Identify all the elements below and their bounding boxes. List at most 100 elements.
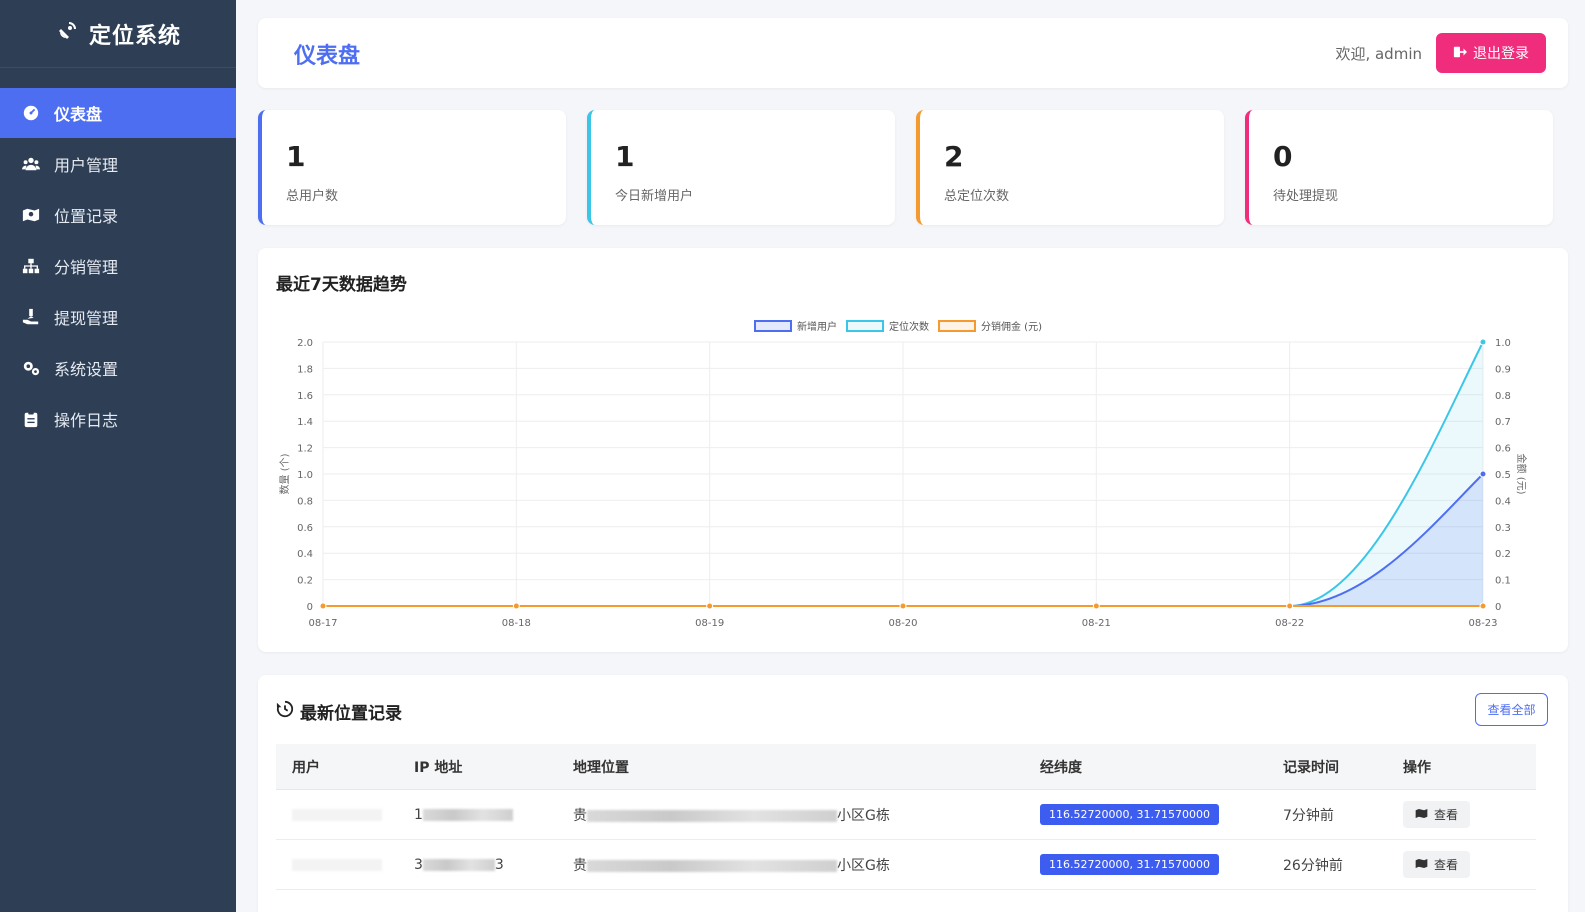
records-title-text: 最新位置记录	[300, 704, 402, 724]
records-table: 用户 IP 地址 地理位置 经纬度 记录时间 操作 1 贵小区G栋 116.52…	[276, 744, 1536, 890]
x-tick-label: 08-17	[308, 618, 337, 629]
sidebar-nav: 仪表盘 用户管理 位置记录 分销管理 提现管理 系统设置 操作日志	[0, 88, 236, 444]
stat-card-total-users: 1 总用户数	[258, 110, 566, 225]
sitemap-icon	[22, 257, 40, 275]
col-user[interactable]: 用户	[276, 757, 414, 777]
sidebar-item-logs[interactable]: 操作日志	[0, 394, 236, 444]
location-prefix: 贵	[573, 807, 587, 824]
sidebar-item-label: 用户管理	[54, 156, 119, 175]
sidebar-item-label: 仪表盘	[54, 105, 103, 124]
stat-label: 今日新增用户	[615, 189, 694, 204]
sidebar-item-label: 分销管理	[54, 258, 119, 277]
sidebar-item-settings[interactable]: 系统设置	[0, 343, 236, 393]
data-point	[1479, 602, 1487, 610]
coords-cell: 116.52720000, 31.71570000	[1040, 804, 1283, 825]
data-point	[319, 602, 327, 610]
welcome-text: 欢迎, admin	[1335, 45, 1422, 63]
stat-label: 待处理提现	[1273, 189, 1339, 204]
stat-label: 总用户数	[286, 189, 339, 204]
y2-tick-label: 0.8	[1495, 391, 1511, 402]
y-tick-label: 0.2	[297, 576, 313, 587]
data-point	[512, 602, 520, 610]
sidebar-item-label: 位置记录	[54, 207, 119, 226]
view-all-button[interactable]: 查看全部	[1475, 693, 1548, 726]
satellite-icon	[55, 19, 79, 49]
sign-out-icon	[1453, 45, 1467, 62]
x-tick-label: 08-18	[502, 618, 531, 629]
y2-tick-label: 0.9	[1495, 364, 1511, 375]
y2-tick-label: 0.5	[1495, 470, 1511, 481]
sidebar-item-users[interactable]: 用户管理	[0, 139, 236, 189]
view-location-button[interactable]: 查看	[1403, 851, 1471, 878]
data-point	[1479, 470, 1487, 478]
redacted-location	[587, 809, 837, 822]
y-tick-label: 1.4	[297, 417, 313, 428]
y2-tick-label: 1.0	[1495, 338, 1511, 349]
records-title: 最新位置记录	[276, 699, 402, 724]
ip-prefix: 3	[414, 856, 423, 873]
legend-label: 分销佣金 (元)	[981, 320, 1042, 333]
user-cell	[276, 857, 414, 873]
col-action[interactable]: 操作	[1403, 757, 1536, 777]
sidebar-item-withdraw[interactable]: 提现管理	[0, 292, 236, 342]
redacted-ip	[422, 858, 495, 871]
sidebar-item-label: 提现管理	[54, 309, 119, 328]
time-cell: 26分钟前	[1283, 857, 1343, 874]
x-tick-label: 08-19	[695, 618, 724, 629]
dashboard-icon	[22, 104, 40, 122]
coords-badge: 116.52720000, 31.71570000	[1040, 804, 1219, 825]
data-point	[1092, 602, 1100, 610]
sidebar-item-locations[interactable]: 位置记录	[0, 190, 236, 240]
y2-axis-label: 金额 (元)	[1515, 454, 1528, 495]
col-ip[interactable]: IP 地址	[414, 757, 573, 777]
user-cell	[276, 807, 414, 823]
action-cell: 查看	[1403, 851, 1536, 878]
trend-chart: 0 0.2 0.4 0.6 0.8 1.0 1.2 1.4 1.6 1.8 2.0 0 0.1 0.2 0.…	[278, 320, 1528, 629]
view-label: 查看	[1434, 858, 1459, 872]
brand-name: 定位系统	[88, 23, 181, 49]
view-location-button[interactable]: 查看	[1403, 801, 1471, 828]
data-point	[899, 602, 907, 610]
data-point	[1479, 338, 1487, 346]
sidebar-item-distribution[interactable]: 分销管理	[0, 241, 236, 291]
location-cell: 贵 小区G栋	[573, 855, 1040, 875]
col-time[interactable]: 记录时间	[1283, 757, 1403, 777]
sidebar-item-dashboard[interactable]: 仪表盘	[0, 88, 236, 138]
data-point	[1286, 602, 1294, 610]
x-tick-label: 08-20	[888, 618, 917, 629]
table-header: 用户 IP 地址 地理位置 经纬度 记录时间 操作	[276, 744, 1536, 790]
y-axis-label: 数量 (个)	[278, 453, 291, 494]
table-row: 1 贵 小区G栋 116.52720000, 31.71570000 7分钟前 查…	[276, 790, 1536, 840]
gears-icon	[22, 359, 40, 377]
y2-tick-label: 0	[1495, 602, 1501, 613]
location-prefix: 贵	[573, 857, 587, 874]
stat-value: 0	[1273, 140, 1293, 173]
coords-cell: 116.52720000, 31.71570000	[1040, 854, 1283, 875]
x-tick-label: 08-21	[1082, 618, 1111, 629]
redacted-location	[587, 859, 837, 872]
users-icon	[22, 155, 40, 173]
logout-button[interactable]: 退出登录	[1436, 33, 1546, 73]
legend-label: 新增用户	[797, 320, 837, 333]
y-tick-label: 0	[307, 602, 313, 613]
y2-tick-label: 0.7	[1495, 417, 1511, 428]
location-suffix: 小区G栋	[837, 857, 890, 874]
map-icon	[1415, 857, 1428, 873]
brand[interactable]: 定位系统	[0, 0, 236, 68]
ip-suffix: 3	[494, 856, 504, 873]
stat-label: 总定位次数	[944, 189, 1010, 204]
col-coords[interactable]: 经纬度	[1040, 757, 1283, 777]
location-cell: 贵 小区G栋	[573, 805, 1040, 825]
legend-swatch	[938, 320, 976, 332]
sidebar-item-label: 系统设置	[54, 360, 119, 379]
y-tick-label: 0.6	[297, 523, 313, 534]
time-cell: 7分钟前	[1283, 807, 1334, 824]
y2-tick-label: 0.6	[1495, 444, 1511, 455]
stat-value: 1	[615, 140, 635, 173]
ip-cell: 1	[414, 807, 573, 823]
stat-card-new-users: 1 今日新增用户	[587, 110, 895, 225]
y2-tick-label: 0.3	[1495, 523, 1511, 534]
trend-chart-card: 最近7天数据趋势 0 0.2 0.4 0.6 0.8 1.0 1.2 1.4 1.6 1.8 2.0…	[258, 248, 1568, 652]
col-location[interactable]: 地理位置	[573, 757, 1040, 777]
stat-value: 1	[286, 140, 306, 173]
